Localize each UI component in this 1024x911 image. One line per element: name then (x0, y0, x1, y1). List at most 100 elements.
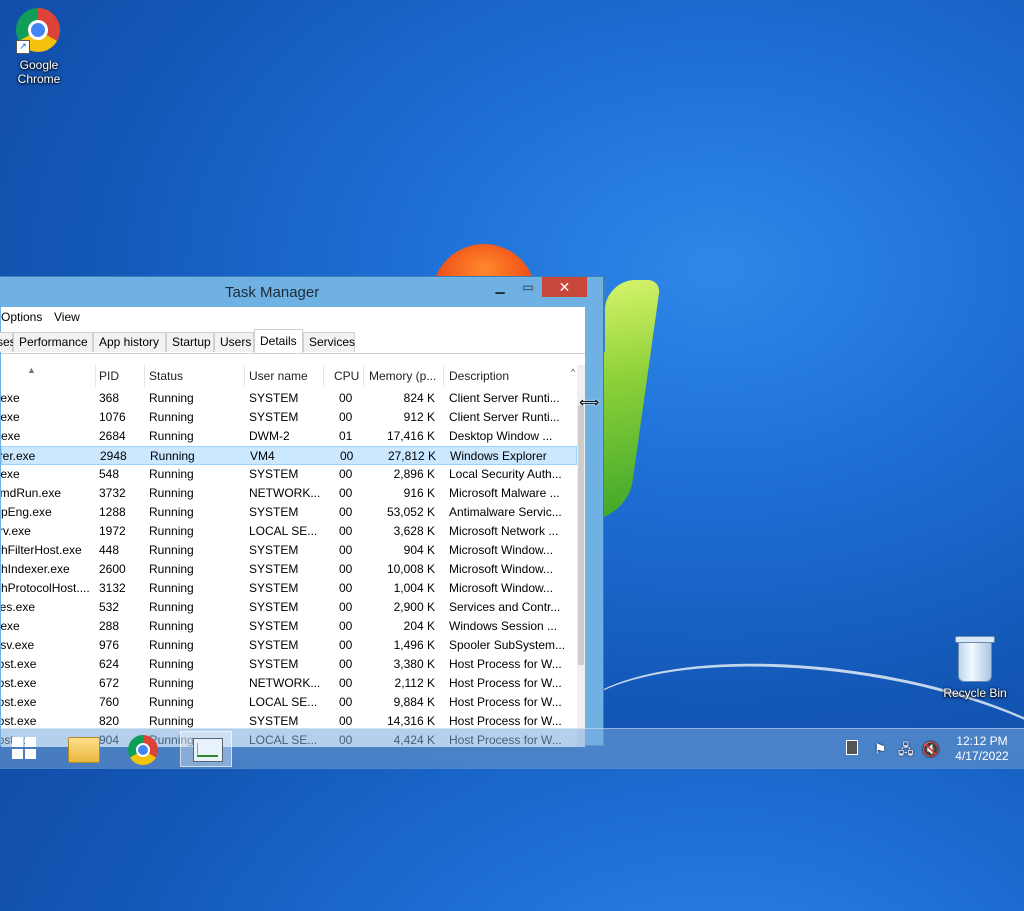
table-row[interactable]: host.exe 760 Running LOCAL SE... 00 9,884 K Ho… (1, 693, 577, 712)
cell-user: SYSTEM (249, 714, 299, 728)
cell-status: Running (149, 581, 194, 595)
taskbar-chrome[interactable] (118, 731, 170, 767)
cell-mem: 3,628 K (393, 524, 435, 538)
cell-name: s.exe (1, 391, 20, 405)
cell-pid: 976 (99, 638, 120, 652)
cell-mem: 14,316 K (386, 714, 435, 728)
table-row[interactable]: s.exe 368 Running SYSTEM 00 824 K Client Serve… (1, 389, 577, 408)
cell-desc: Spooler SubSystem... (449, 638, 566, 652)
table-row[interactable]: s.exe 548 Running SYSTEM 00 2,896 K Local Secu… (1, 465, 577, 484)
title-bar[interactable]: Task Manager ▁ ▭ ✕ (0, 277, 603, 307)
vertical-scrollbar[interactable] (577, 365, 585, 747)
cell-status: Running (149, 524, 194, 538)
cell-cpu: 00 (339, 676, 353, 690)
network-icon[interactable]: 🖧 (898, 741, 914, 757)
table-row[interactable]: host.exe 672 Running NETWORK... 00 2,112 K Hos… (1, 674, 577, 693)
start-button[interactable] (12, 737, 38, 761)
scroll-up-icon[interactable]: ^ (571, 367, 575, 377)
tab-startup[interactable]: Startup (166, 332, 214, 352)
tab-performance[interactable]: Performance (13, 332, 93, 352)
cell-desc: Microsoft Window... (449, 562, 554, 576)
taskbar-file-explorer[interactable] (54, 731, 106, 767)
cell-mem: 27,812 K (387, 449, 436, 463)
desktop-icon-chrome[interactable]: ↗ Google Chrome (2, 8, 76, 86)
cell-desc: Host Process for W... (449, 714, 562, 728)
cell-status: Running (149, 619, 194, 633)
desktop-icon-recycle-bin[interactable]: Recycle Bin (938, 634, 1012, 700)
cell-desc: Windows Session ... (449, 619, 558, 633)
show-desktop-icon[interactable] (846, 740, 858, 755)
system-clock[interactable]: 12:12 PM 4/17/2022 (952, 734, 1012, 764)
table-row[interactable]: s.exe 288 Running SYSTEM 00 204 K Windows Sess… (1, 617, 577, 636)
scrollbar-thumb[interactable] (578, 405, 584, 665)
table-row[interactable]: rchIndexer.exe 2600 Running SYSTEM 00 10,008 … (1, 560, 577, 579)
table-row[interactable]: MpEng.exe 1288 Running SYSTEM 00 53,052 K Anti… (1, 503, 577, 522)
table-row[interactable]: rchFilterHost.exe 448 Running SYSTEM 00 904 K… (1, 541, 577, 560)
cell-cpu: 00 (339, 657, 353, 671)
close-button[interactable]: ✕ (542, 277, 587, 297)
cell-user: SYSTEM (249, 410, 299, 424)
cell-desc: Client Server Runti... (449, 410, 560, 424)
cell-mem: 9,884 K (393, 695, 435, 709)
cell-mem: 1,496 K (393, 638, 435, 652)
cell-status: Running (149, 676, 194, 690)
cell-user: SYSTEM (249, 543, 299, 557)
menu-options[interactable]: Options (1, 310, 42, 324)
tab-processes[interactable]: ses (0, 332, 16, 352)
table-row[interactable]: Srv.exe 1972 Running LOCAL SE... 00 3,628 K Mi… (1, 522, 577, 541)
table-row[interactable]: host.exe 624 Running SYSTEM 00 3,380 K Host Pr… (1, 655, 577, 674)
action-center-flag-icon[interactable]: ⚑ (874, 741, 887, 757)
cell-desc: Host Process for W... (449, 695, 562, 709)
cell-cpu: 00 (339, 410, 353, 424)
table-row[interactable]: CmdRun.exe 3732 Running NETWORK... 00 916 K Mi… (1, 484, 577, 503)
cell-name: CmdRun.exe (1, 486, 62, 500)
task-manager-window[interactable]: Task Manager ▁ ▭ ✕ Options View ses Perf… (0, 276, 604, 747)
cell-mem: 912 K (403, 410, 435, 424)
minimize-button[interactable]: ▁ (487, 277, 513, 297)
cell-desc: Client Server Runti... (449, 391, 560, 405)
maximize-button[interactable]: ▭ (515, 277, 541, 297)
table-row-selected[interactable]: orer.exe 2948 Running VM4 00 27,812 K Windows … (1, 446, 577, 465)
chrome-icon (128, 735, 158, 765)
column-header-cpu[interactable]: CPU (334, 369, 359, 383)
cell-status: Running (149, 467, 194, 481)
tab-users[interactable]: Users (214, 332, 254, 352)
table-row[interactable]: rchProtocolHost.... 3132 Running SYSTEM 00 1,… (1, 579, 577, 598)
cell-pid: 2684 (99, 429, 126, 443)
table-row[interactable]: s.exe 1076 Running SYSTEM 00 912 K Client Serv… (1, 408, 577, 427)
column-header-description[interactable]: Description (449, 369, 509, 383)
table-row[interactable]: olsv.exe 976 Running SYSTEM 00 1,496 K Spooler… (1, 636, 577, 655)
column-header-user-name[interactable]: User name (249, 369, 308, 383)
tab-app-history[interactable]: App history (93, 332, 166, 352)
tab-services[interactable]: Services (303, 332, 355, 352)
column-header-status[interactable]: Status (149, 369, 183, 383)
cell-name: olsv.exe (1, 638, 35, 652)
cell-desc: Microsoft Window... (449, 543, 554, 557)
tab-details[interactable]: Details (254, 329, 303, 353)
tab-strip: ses Performance App history Startup User… (0, 329, 585, 354)
table-row[interactable]: n.exe 2684 Running DWM-2 01 17,416 K Desktop W… (1, 427, 577, 446)
menu-view[interactable]: View (54, 310, 80, 324)
cell-cpu: 00 (339, 562, 353, 576)
taskbar-task-manager[interactable] (180, 731, 232, 767)
cell-name: n.exe (1, 429, 21, 443)
cell-user: LOCAL SE... (249, 695, 318, 709)
cell-user: SYSTEM (249, 505, 299, 519)
cell-status: Running (149, 391, 194, 405)
desktop-icon-label: Chrome (17, 72, 61, 86)
table-row[interactable]: ices.exe 532 Running SYSTEM 00 2,900 K Service… (1, 598, 577, 617)
cell-user: NETWORK... (249, 486, 321, 500)
column-header-memory[interactable]: Memory (p... (369, 369, 436, 383)
cell-cpu: 00 (339, 619, 353, 633)
cell-cpu: 00 (339, 638, 353, 652)
cell-pid: 288 (99, 619, 120, 633)
cell-status: Running (149, 657, 194, 671)
column-header-pid[interactable]: PID (99, 369, 119, 383)
cell-name: rchFilterHost.exe (1, 543, 82, 557)
cell-pid: 1288 (99, 505, 126, 519)
cell-user: VM4 (250, 449, 275, 463)
cell-cpu: 00 (339, 486, 353, 500)
cell-status: Running (149, 410, 194, 424)
cell-cpu: 00 (340, 449, 354, 463)
volume-muted-icon[interactable]: 🔇 (922, 741, 939, 757)
